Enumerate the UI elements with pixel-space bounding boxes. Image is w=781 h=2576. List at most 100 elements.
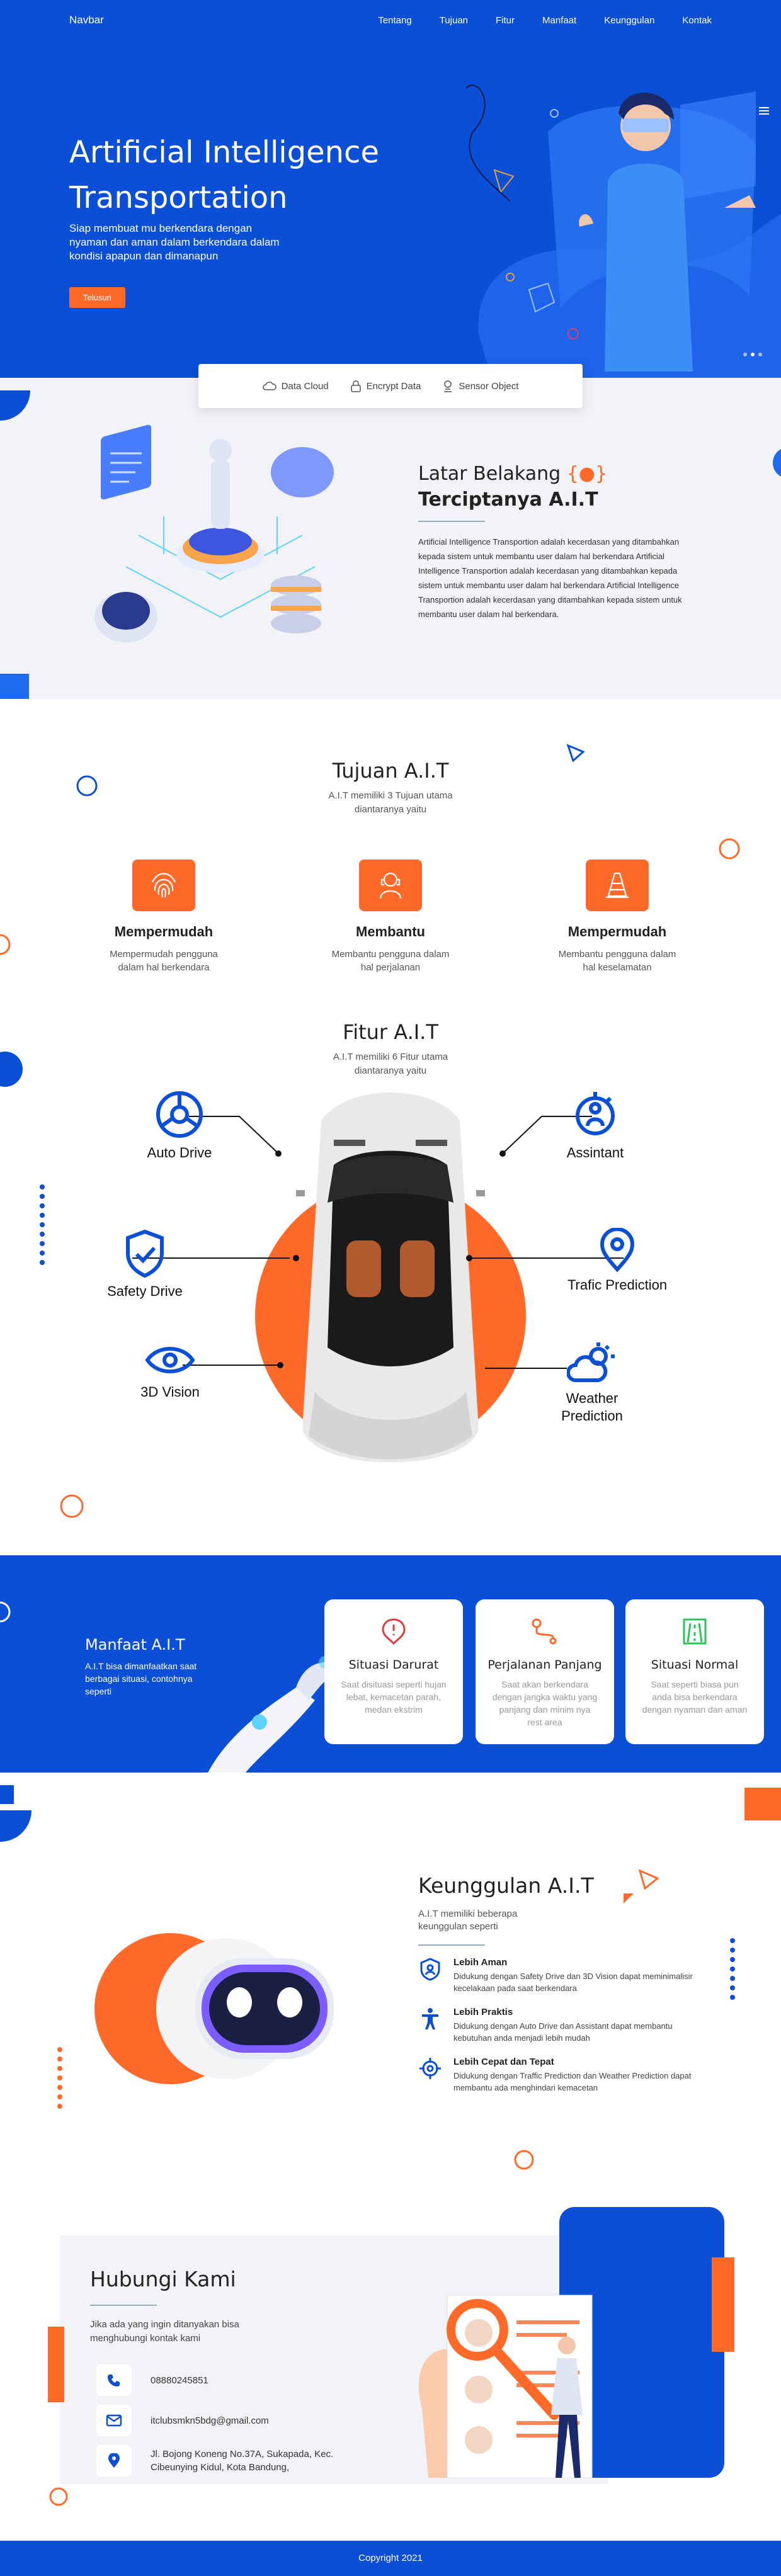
contact-illustration — [418, 2207, 734, 2478]
circle-edge-decoration — [773, 449, 781, 477]
benefits-title: Manfaat A.I.T — [85, 1636, 185, 1654]
hero-section: Artificial Intelligence Transportation S… — [0, 0, 781, 378]
benefit-card-long-trip: Perjalanan Panjang Saat akan berkendara … — [476, 1599, 614, 1744]
vr-person-illustration — [465, 84, 781, 378]
location-pin-icon — [600, 1227, 635, 1273]
assistant-icon — [576, 1092, 615, 1135]
feature-encrypt-data: Encrypt Data — [350, 380, 421, 392]
shield-check-icon — [126, 1229, 164, 1278]
goal-card: Mempermudah Membantu pengguna dalam hal … — [551, 860, 683, 974]
contact-subtitle: Jika ada yang ingin ditanyakan bisa meng… — [90, 2319, 239, 2344]
goal-desc: Membantu pengguna dalam hal keselamatan — [558, 949, 676, 973]
nav-link-kontak[interactable]: Kontak — [682, 15, 712, 26]
advantage-item-practical: Lebih Praktis Didukung dengan Auto Drive … — [418, 2007, 695, 2044]
phone-icon — [108, 2375, 120, 2386]
contact-phone: 08880245851 — [151, 2375, 208, 2386]
nav-link-keunggulan[interactable]: Keunggulan — [604, 15, 654, 26]
carousel-dots[interactable] — [743, 353, 762, 356]
route-icon — [532, 1618, 557, 1645]
advantages-text: Keunggulan A.I.T A.I.T memiliki beberapa… — [418, 1873, 695, 2106]
benefits-section: Manfaat A.I.T A.I.T bisa dimanfaatkan sa… — [0, 1555, 781, 1773]
feature-3d-vision: 3D Vision — [120, 1341, 220, 1401]
road-icon — [683, 1618, 707, 1645]
feature-bar: Data Cloud Encrypt Data Sensor Object — [198, 364, 583, 408]
user-assist-icon — [379, 872, 402, 899]
dotted-line-decoration-orange — [57, 2047, 62, 2109]
nav-link-tentang[interactable]: Tentang — [378, 15, 411, 26]
nav-links: Tentang Tujuan Fitur Manfaat Keunggulan … — [378, 15, 712, 26]
feature-safety-drive: Safety Drive — [94, 1228, 195, 1300]
title-underline — [418, 521, 485, 522]
nav-link-fitur[interactable]: Fitur — [496, 15, 515, 26]
footer: Copyright 2021 — [0, 2541, 781, 2576]
title-underline — [90, 2305, 157, 2306]
lock-icon — [350, 380, 361, 392]
contact-email-row[interactable]: itclubsmkn5bdg@gmail.com — [96, 2405, 269, 2436]
background-body: Artificial Intelligence Transportion ada… — [418, 537, 682, 619]
traffic-cone-icon — [606, 872, 629, 899]
fingerprint-icon — [151, 873, 176, 898]
title-underline — [418, 1944, 485, 1946]
square-decoration-orange — [744, 1788, 781, 1820]
contact-email: itclubsmkn5bdg@gmail.com — [151, 2415, 269, 2426]
ai-robot-isometric-illustration — [94, 424, 334, 642]
contact-phone-row[interactable]: 08880245851 — [96, 2364, 208, 2396]
goal-desc: Mempermudah pengguna dalam hal berkendar… — [110, 949, 218, 973]
contact-section: Hubungi Kami Jika ada yang ingin ditanya… — [0, 2207, 781, 2541]
background-section: Latar Belakang {●} Terciptanya A.I.T Art… — [0, 378, 781, 699]
goals-subtitle: A.I.T memiliki 3 Tujuan utama diantarany… — [328, 790, 453, 815]
goal-title: Mempermudah — [567, 924, 667, 939]
goal-desc: Membantu pengguna dalam hal perjalanan — [331, 949, 450, 973]
orange-bar-decoration — [48, 2327, 64, 2402]
advantages-subtitle: A.I.T memiliki beberapa keunggulan seper… — [418, 1909, 518, 1932]
contact-title: Hubungi Kami — [90, 2267, 236, 2291]
sensor-icon — [444, 380, 452, 392]
hero-subtitle: Siap membuat mu berkendara dengan nyaman… — [69, 222, 280, 262]
feature-data-cloud: Data Cloud — [262, 381, 329, 392]
cloud-icon — [262, 382, 276, 390]
benefit-card-normal: Situasi Normal Saat seperti biasa pun an… — [625, 1599, 764, 1744]
background-subtitle: Terciptanya A.I.T — [418, 489, 598, 511]
alert-route-icon — [382, 1618, 406, 1645]
circle-edge-decoration-orange — [0, 934, 11, 955]
circle-outline-decoration-orange — [719, 838, 740, 860]
circle-outline-decoration-orange — [49, 2487, 68, 2506]
target-icon — [419, 2058, 441, 2079]
weather-icon — [566, 1342, 615, 1382]
benefits-desc: A.I.T bisa dimanfaatkan saat berbagai si… — [85, 1661, 197, 1696]
feature-auto-drive: Auto Drive — [135, 1089, 224, 1162]
circle-outline-decoration — [76, 775, 98, 797]
advantage-item-safe: Lebih Aman Didukung dengan Safety Drive d… — [418, 1957, 695, 1994]
goals-title: Tujuan A.I.T — [332, 759, 449, 783]
eye-icon — [145, 1347, 195, 1373]
explore-button[interactable]: Telusuri — [69, 287, 125, 308]
goal-title: Mempermudah — [114, 924, 214, 939]
triangle-outline-decoration — [566, 744, 585, 763]
feature-weather-prediction: Weather Prediction — [548, 1341, 636, 1425]
circle-edge-decoration — [0, 1601, 11, 1623]
steering-wheel-icon — [156, 1091, 203, 1138]
feature-traffic-prediction: Trafic Prediction — [567, 1227, 668, 1294]
nav-link-manfaat[interactable]: Manfaat — [542, 15, 576, 26]
advantage-item-fast: Lebih Cepat dan Tepat Didukung dengan Tra… — [418, 2057, 695, 2094]
square-decoration — [0, 674, 29, 699]
advantages-section: Keunggulan A.I.T A.I.T memiliki beberapa… — [0, 1773, 781, 2207]
background-text: Latar Belakang {●} Terciptanya A.I.T Art… — [418, 463, 695, 621]
hero-title: Artificial Intelligence Transportation — [69, 135, 379, 215]
feature-sensor-object: Sensor Object — [442, 380, 518, 392]
benefits-intro: Manfaat A.I.T A.I.T bisa dimanfaatkan sa… — [85, 1636, 211, 1698]
features-section: Fitur A.I.T A.I.T memiliki 6 Fitur utama… — [0, 1001, 781, 1555]
benefit-card-emergency: Situasi Darurat Saat disituasi seperti h… — [324, 1599, 463, 1744]
nav-link-tujuan[interactable]: Tujuan — [440, 15, 468, 26]
map-pin-icon — [108, 2453, 120, 2468]
circle-outline-decoration-orange — [514, 2150, 534, 2170]
contact-address-row[interactable]: Jl. Bojong Koneng No.37A, Sukapada, Kec.… — [96, 2445, 339, 2477]
goals-list: Mempermudah Mempermudah pengguna dalam h… — [0, 860, 781, 974]
copyright-text: Copyright 2021 — [358, 2553, 423, 2563]
corner-shapes-decoration — [0, 1785, 31, 1842]
navbar: Navbar Tentang Tujuan Fitur Manfaat Keun… — [0, 0, 781, 40]
goal-title: Membantu — [356, 924, 425, 939]
half-circle-decoration — [0, 390, 30, 421]
navbar-brand[interactable]: Navbar — [69, 14, 104, 26]
feature-assistant: Assintant — [551, 1089, 639, 1162]
